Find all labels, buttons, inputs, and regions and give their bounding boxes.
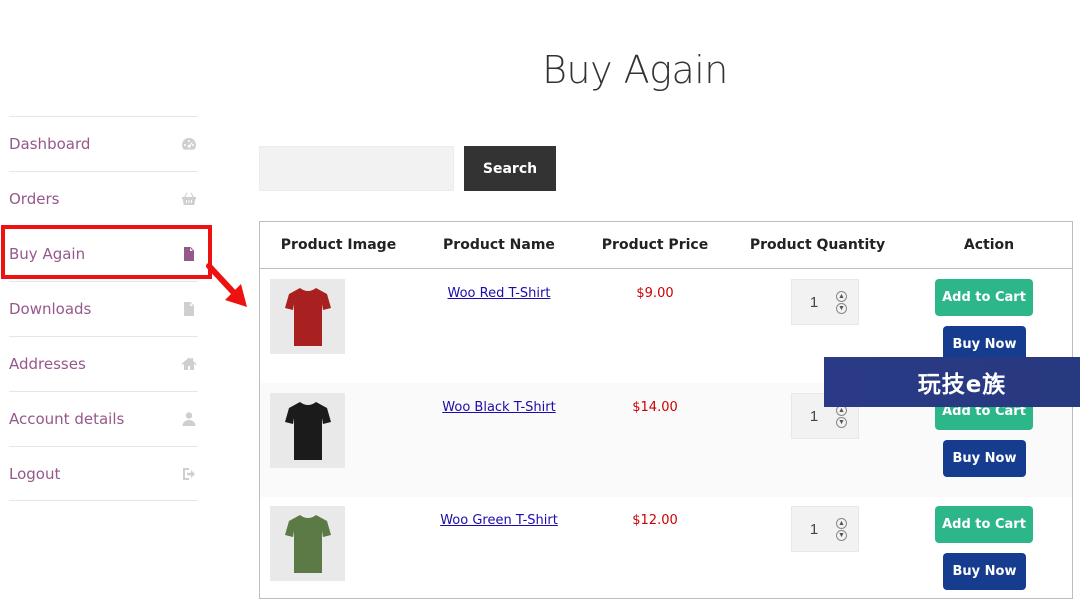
sidebar-item-label: Orders — [9, 190, 60, 208]
search-input[interactable] — [259, 146, 454, 191]
product-price: $9.00 — [636, 286, 674, 301]
logout-icon — [180, 465, 198, 483]
basket-icon — [180, 190, 198, 208]
column-header-price: Product Price — [601, 237, 709, 253]
column-header-image: Product Image — [280, 237, 397, 253]
sidebar-item-label: Addresses — [9, 355, 86, 373]
sidebar-item-label: Downloads — [9, 300, 92, 318]
quantity-stepper[interactable]: 1 ▲ ▼ — [791, 506, 859, 552]
column-header-action: Action — [963, 237, 1015, 253]
increment-icon[interactable]: ▲ — [836, 290, 847, 302]
sidebar-item-label: Account details — [9, 410, 125, 428]
sidebar-item-label: Dashboard — [9, 135, 91, 153]
product-name-link[interactable]: Woo Green T-Shirt — [417, 513, 581, 528]
product-image[interactable] — [270, 393, 345, 468]
sidebar-item-dashboard[interactable]: Dashboard — [9, 116, 198, 171]
sidebar-item-logout[interactable]: Logout — [9, 446, 198, 501]
decrement-icon[interactable]: ▼ — [836, 302, 847, 314]
page-title: Buy Again — [542, 48, 728, 92]
watermark-text: 玩技e族 — [917, 372, 1007, 398]
product-image[interactable] — [270, 279, 345, 354]
sidebar-item-addresses[interactable]: Addresses — [9, 336, 198, 391]
product-name-link[interactable]: Woo Red T-Shirt — [417, 286, 581, 301]
user-icon — [180, 410, 198, 428]
increment-icon[interactable]: ▲ — [836, 517, 847, 529]
quantity-value: 1 — [809, 293, 819, 311]
tshirt-icon — [284, 287, 331, 346]
add-to-cart-button[interactable]: Add to Cart — [935, 279, 1033, 316]
column-header-quantity: Product Quantity — [749, 237, 886, 253]
sidebar-item-downloads[interactable]: Downloads — [9, 281, 198, 336]
sidebar-item-account-details[interactable]: Account details — [9, 391, 198, 446]
home-icon — [180, 355, 198, 373]
decrement-icon[interactable]: ▼ — [836, 529, 847, 541]
products-table: Product Image Product Name Product Price… — [259, 221, 1073, 599]
column-header-name: Product Name — [443, 237, 555, 253]
buy-now-button[interactable]: Buy Now — [943, 440, 1026, 477]
sidebar-item-orders[interactable]: Orders — [9, 171, 198, 226]
tshirt-icon — [284, 401, 331, 460]
table-row: Woo Green T-Shirt $12.00 1 ▲ ▼ Add to Ca… — [260, 496, 1072, 599]
product-price: $14.00 — [632, 400, 678, 415]
product-image-cell — [260, 496, 417, 599]
table-header: Product Image Product Name Product Price… — [260, 222, 1072, 269]
quantity-stepper[interactable]: 1 ▲ ▼ — [791, 279, 859, 325]
dashboard-gauge-icon — [180, 135, 198, 153]
product-price: $12.00 — [632, 513, 678, 528]
quantity-value: 1 — [809, 407, 819, 425]
quantity-value: 1 — [809, 520, 819, 538]
annotation-arrow — [206, 263, 247, 307]
highlight-box — [1, 225, 212, 279]
watermark-banner: 玩技e族 — [824, 357, 1080, 407]
tshirt-icon — [284, 514, 331, 573]
product-image[interactable] — [270, 506, 345, 581]
decrement-icon[interactable]: ▼ — [836, 416, 847, 428]
account-navigation: Dashboard Orders Buy Again Downloads Add… — [9, 116, 198, 501]
product-image-cell — [260, 383, 417, 497]
add-to-cart-button[interactable]: Add to Cart — [935, 506, 1033, 543]
buy-now-button[interactable]: Buy Now — [943, 553, 1026, 590]
file-download-icon — [180, 300, 198, 318]
product-name-link[interactable]: Woo Black T-Shirt — [417, 400, 581, 415]
product-image-cell — [260, 269, 417, 383]
search-button[interactable]: Search — [464, 146, 556, 191]
sidebar-item-label: Logout — [9, 464, 61, 483]
